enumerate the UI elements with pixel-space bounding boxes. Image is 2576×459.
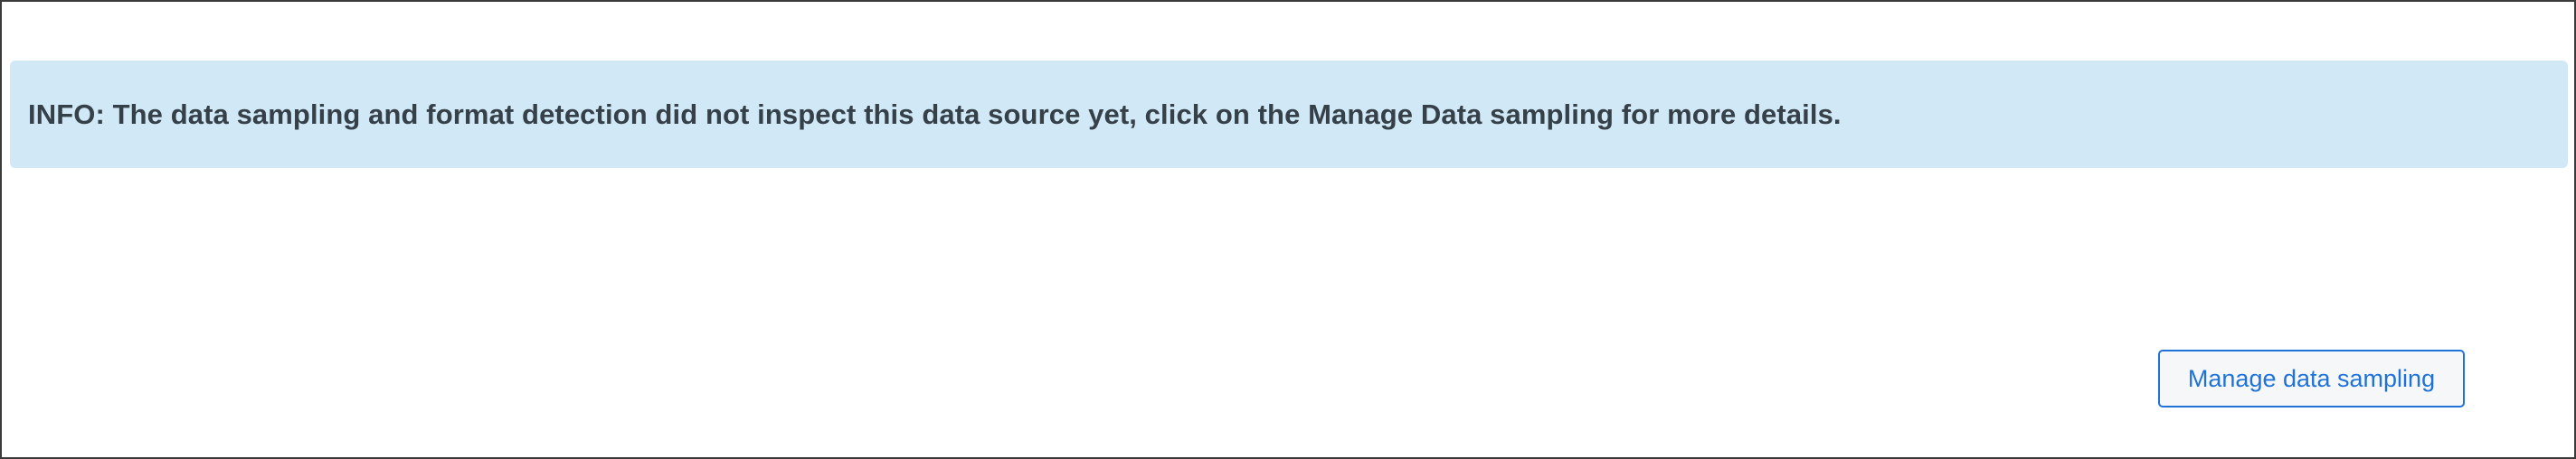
info-message: INFO: The data sampling and format detec… — [28, 98, 1842, 130]
info-banner: INFO: The data sampling and format detec… — [10, 61, 2568, 168]
dialog-panel: INFO: The data sampling and format detec… — [0, 0, 2576, 459]
manage-data-sampling-button[interactable]: Manage data sampling — [2158, 350, 2465, 407]
